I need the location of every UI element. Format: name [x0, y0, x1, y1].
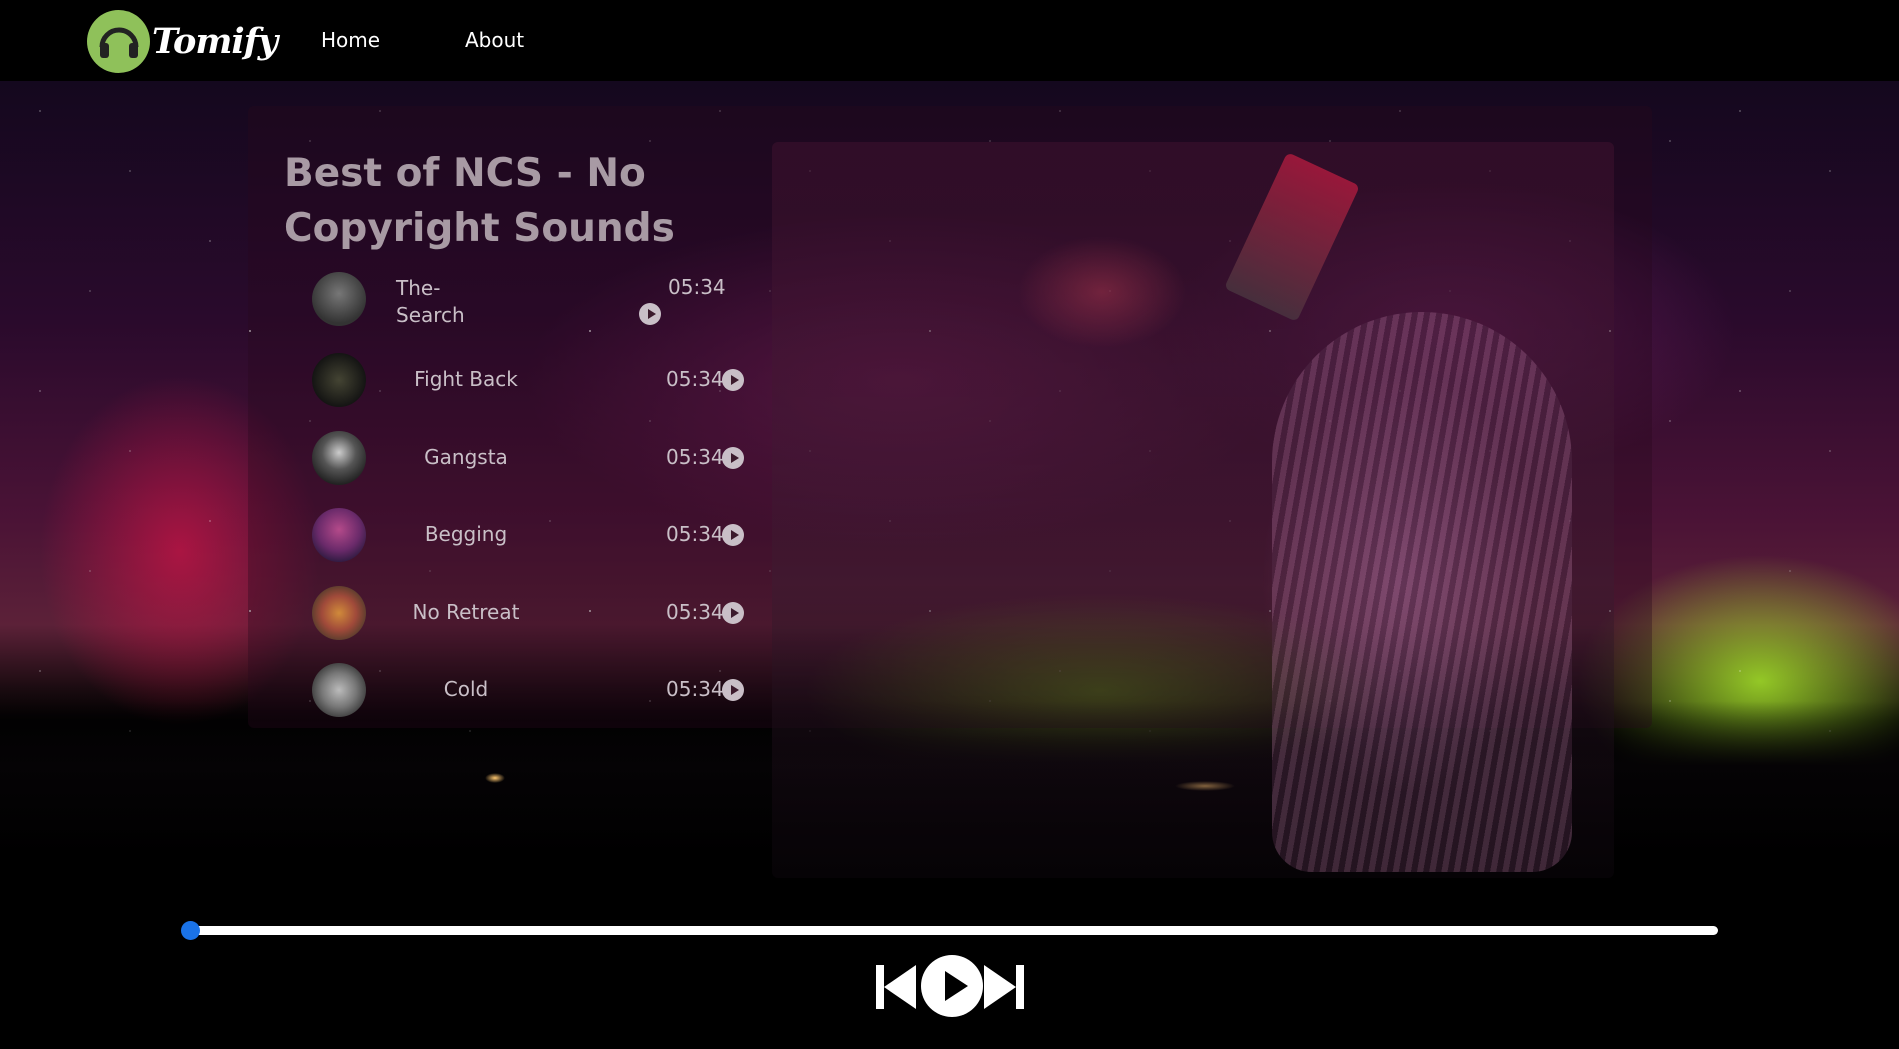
song-title: Cold	[443, 677, 489, 701]
next-icon[interactable]	[984, 963, 1024, 1011]
song-title: Gangsta	[424, 445, 508, 469]
song-title: The-Search	[396, 276, 465, 327]
song-duration: 05:34	[666, 522, 724, 546]
play-icon[interactable]	[921, 955, 983, 1017]
song-title: No Retreat	[412, 600, 520, 624]
song-cover-image	[312, 663, 366, 717]
progress-thumb[interactable]	[181, 921, 200, 940]
song-item[interactable]: Begging 05:34	[312, 508, 752, 568]
song-cover-image	[312, 508, 366, 562]
song-duration: 05:34	[666, 367, 724, 391]
song-cover-image	[312, 353, 366, 407]
song-item[interactable]: The-Search 05:34	[312, 272, 752, 332]
nav-about-link[interactable]: About	[465, 28, 524, 52]
song-duration: 05:34	[666, 445, 724, 469]
town-light	[485, 773, 505, 783]
progress-bar[interactable]	[190, 926, 1718, 935]
song-duration: 05:34	[666, 600, 724, 624]
song-title: Begging	[424, 522, 508, 546]
play-icon[interactable]	[722, 369, 744, 391]
song-item[interactable]: Gangsta 05:34	[312, 431, 752, 491]
album-art	[772, 142, 1614, 878]
playlist-title: Best of NCS - No Copyright Sounds	[284, 151, 675, 251]
song-item[interactable]: Cold 05:34	[312, 663, 752, 723]
song-title: Fight Back	[414, 367, 518, 391]
phone-in-artwork	[1224, 152, 1360, 322]
song-item[interactable]: Fight Back 05:34	[312, 353, 752, 413]
song-cover-image	[312, 586, 366, 640]
song-cover-image	[312, 272, 366, 326]
play-icon[interactable]	[722, 524, 744, 546]
song-duration: 05:34	[668, 275, 726, 299]
logo-text: Tomify	[152, 20, 278, 62]
play-icon[interactable]	[639, 303, 661, 325]
song-duration: 05:34	[666, 677, 724, 701]
braids-in-artwork	[1272, 312, 1572, 872]
playback-controls	[876, 955, 1024, 1017]
play-icon[interactable]	[722, 679, 744, 701]
song-item[interactable]: No Retreat 05:34	[312, 586, 752, 646]
play-icon[interactable]	[722, 447, 744, 469]
logo[interactable]: Tomify	[87, 9, 278, 73]
nav-home-link[interactable]: Home	[321, 28, 380, 52]
headphones-icon	[87, 9, 150, 73]
song-cover-image	[312, 431, 366, 485]
play-icon[interactable]	[722, 602, 744, 624]
previous-icon[interactable]	[876, 963, 916, 1011]
navbar: Tomify Home About	[0, 0, 1899, 81]
